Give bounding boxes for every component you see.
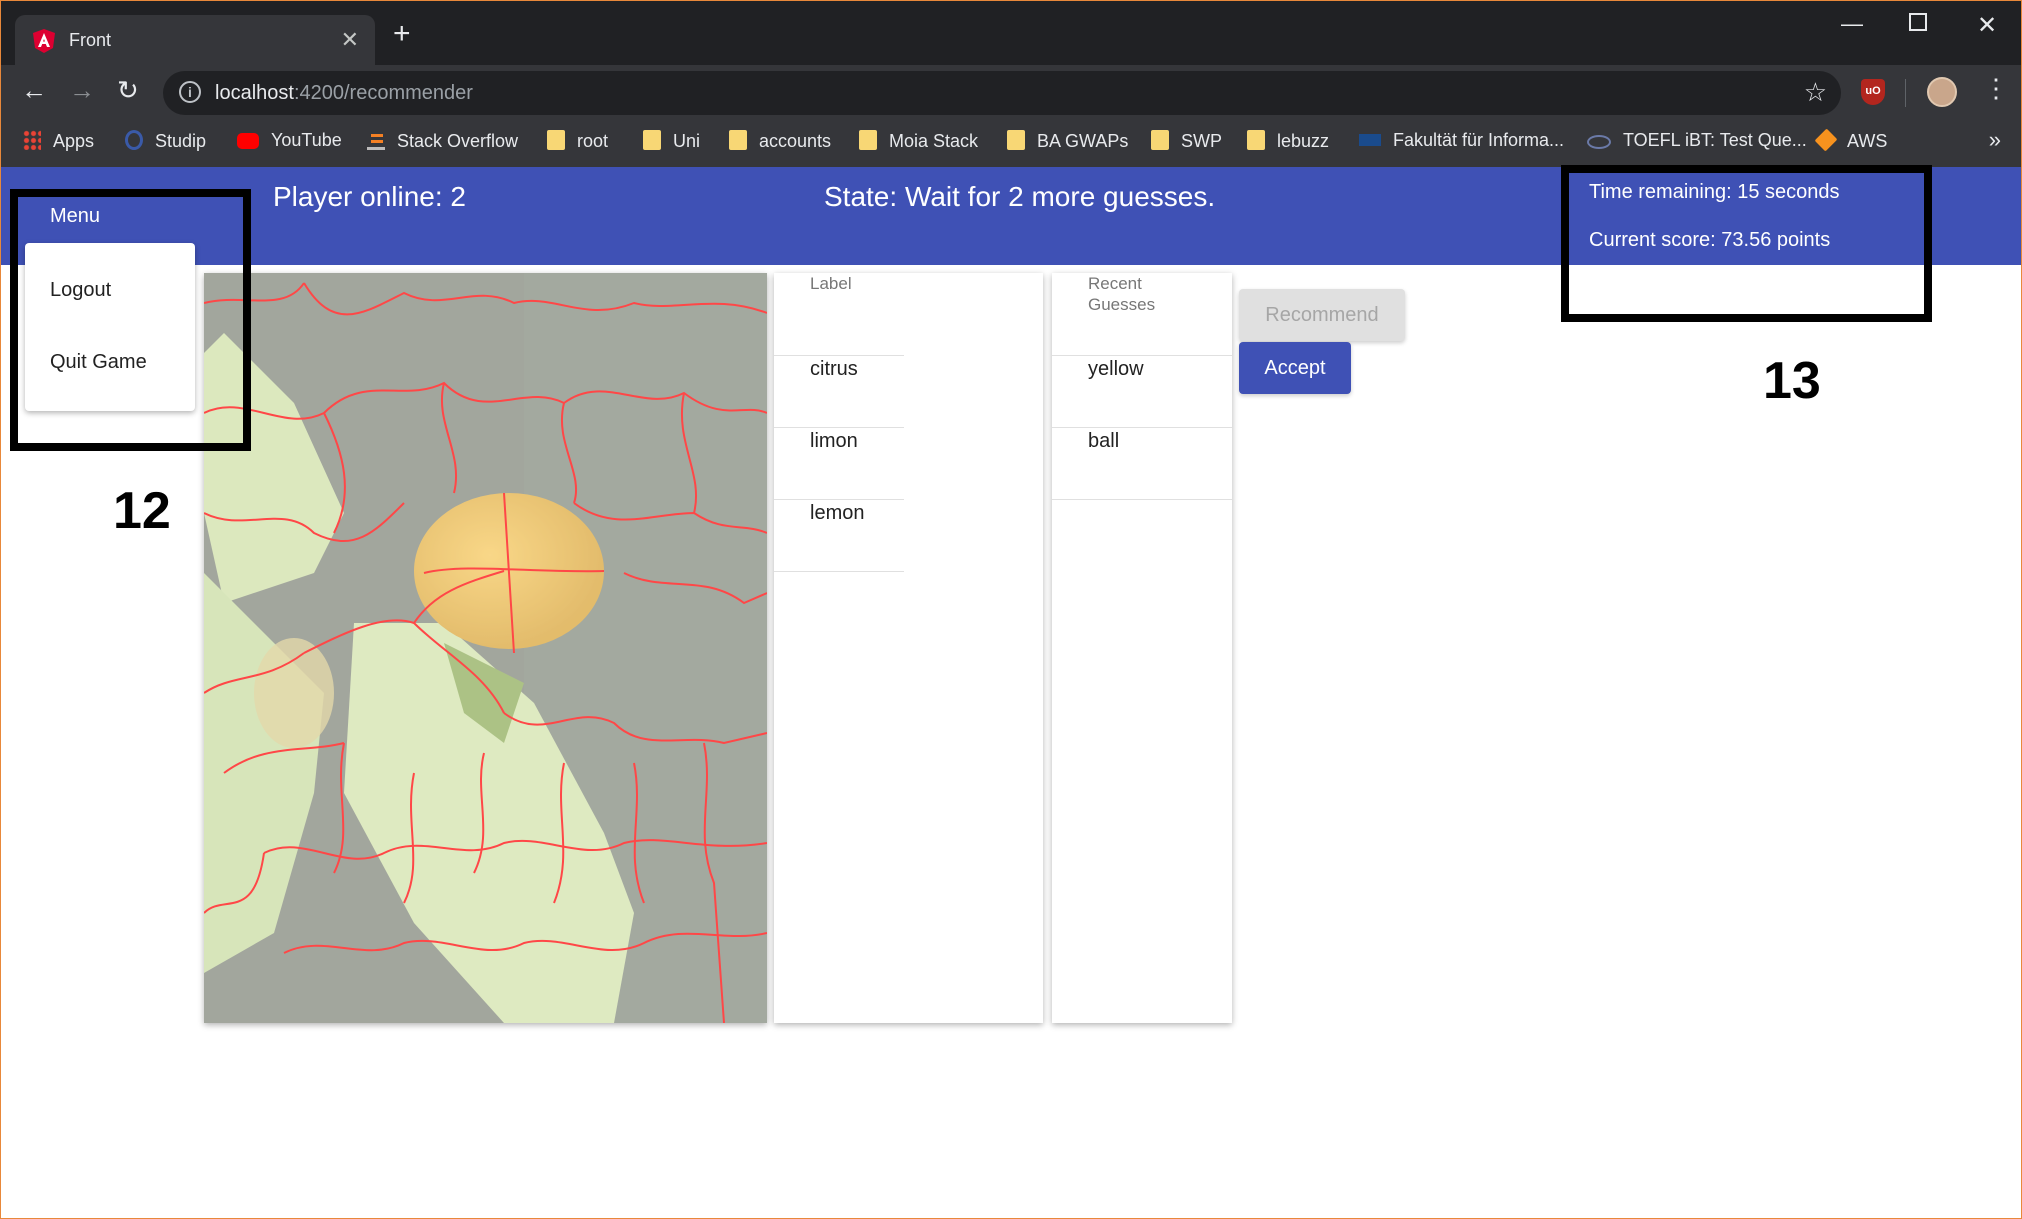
ublock-extension-icon[interactable]: uO: [1861, 79, 1885, 105]
browser-tab[interactable]: Front ✕: [15, 15, 375, 65]
browser-window: Front ✕ + — ✕ ← → ↻ i localhost:4200/rec…: [0, 0, 2022, 1219]
address-bar[interactable]: i localhost:4200/recommender ☆: [163, 71, 1841, 115]
back-icon[interactable]: ←: [21, 75, 47, 106]
ets-logo-icon: [1587, 135, 1611, 149]
browser-menu-icon[interactable]: ⋮: [1983, 73, 2009, 104]
profile-avatar[interactable]: [1927, 77, 1957, 107]
tab-close-icon[interactable]: ✕: [341, 27, 359, 53]
guess-text: ball: [1088, 430, 1120, 452]
players-online: Player online: 2: [273, 181, 467, 212]
accept-button[interactable]: Accept: [1239, 342, 1351, 394]
label-row[interactable]: limon: [774, 427, 904, 499]
aws-cube-icon: [1814, 128, 1838, 152]
apps-grid-icon: [23, 130, 41, 150]
tab-title: Front: [69, 30, 112, 50]
label-text: lemon: [810, 502, 865, 524]
list-divider: [1052, 499, 1232, 500]
bookmark-youtube[interactable]: YouTube: [237, 130, 342, 151]
folder-icon: [643, 130, 661, 150]
segmented-image[interactable]: [204, 273, 767, 1023]
guess-row: yellow: [1052, 355, 1232, 427]
reload-icon[interactable]: ↻: [117, 75, 139, 106]
bookmarks-bar: Apps Studip YouTube Stack Overflow root …: [1, 121, 2021, 167]
bookmark-swp[interactable]: SWP: [1151, 130, 1222, 152]
bookmark-toefl[interactable]: TOEFL iBT: Test Que...: [1587, 130, 1807, 151]
bookmark-apps[interactable]: Apps: [23, 130, 94, 152]
faculty-logo-icon: [1359, 134, 1381, 146]
annotation-number-13: 13: [1763, 352, 1821, 410]
annotation-box-menu: [10, 189, 251, 451]
toolbar-divider: [1905, 79, 1906, 107]
bookmark-moia-stack[interactable]: Moia Stack: [859, 130, 978, 152]
studip-icon: [125, 130, 143, 150]
folder-icon: [859, 130, 877, 150]
label-text: citrus: [810, 358, 858, 380]
label-column: Label citrus limon lemon: [774, 273, 1043, 1023]
browser-toolbar: ← → ↻ i localhost:4200/recommender ☆ uO …: [1, 65, 2021, 121]
url-text: localhost:4200/recommender: [215, 82, 473, 104]
info-icon[interactable]: i: [179, 81, 201, 103]
label-row[interactable]: citrus: [774, 355, 904, 427]
bookmark-stack-overflow[interactable]: Stack Overflow: [367, 130, 518, 152]
recent-guesses-header: Recent Guesses: [1088, 274, 1156, 314]
folder-icon: [547, 130, 565, 150]
forward-icon[interactable]: →: [69, 75, 95, 106]
stack-overflow-icon: [367, 130, 385, 150]
label-column-header: Label: [810, 274, 852, 293]
game-state: State: Wait for 2 more guesses.: [824, 181, 1216, 212]
recent-guesses-column: Recent Guesses yellow ball: [1052, 273, 1232, 1023]
tab-strip: Front ✕ + — ✕: [1, 1, 2021, 65]
youtube-icon: [237, 133, 259, 149]
maximize-icon[interactable]: [1909, 13, 1927, 31]
guess-row: ball: [1052, 427, 1232, 499]
folder-icon: [1151, 130, 1169, 150]
label-row[interactable]: lemon: [774, 499, 904, 571]
folder-icon: [1247, 130, 1265, 150]
bookmark-lebuzz[interactable]: lebuzz: [1247, 130, 1329, 152]
angular-icon: [33, 29, 55, 53]
recommend-button[interactable]: Recommend: [1239, 289, 1405, 341]
bookmark-root[interactable]: root: [547, 130, 608, 152]
list-divider: [774, 571, 904, 572]
folder-icon: [729, 130, 747, 150]
bookmark-ba-gwaps[interactable]: BA GWAPs: [1007, 130, 1128, 152]
guess-text: yellow: [1088, 358, 1144, 380]
bookmark-uni[interactable]: Uni: [643, 130, 700, 152]
lemon-superpixel-image[interactable]: [204, 273, 767, 1023]
bookmark-accounts[interactable]: accounts: [729, 130, 831, 152]
bookmark-studip[interactable]: Studip: [125, 130, 206, 152]
minimize-icon[interactable]: —: [1841, 11, 1863, 37]
annotation-box-status: [1561, 165, 1932, 322]
label-text: limon: [810, 430, 858, 452]
new-tab-icon[interactable]: +: [393, 19, 411, 49]
bookmark-star-icon[interactable]: ☆: [1804, 77, 1827, 108]
annotation-number-12: 12: [113, 482, 171, 540]
folder-icon: [1007, 130, 1025, 150]
bookmark-fakultaet[interactable]: Fakultät für Informa...: [1359, 130, 1564, 151]
close-window-icon[interactable]: ✕: [1977, 11, 1997, 40]
more-bookmarks-icon[interactable]: »: [1989, 127, 2001, 153]
bookmark-aws[interactable]: AWS: [1814, 128, 1887, 152]
